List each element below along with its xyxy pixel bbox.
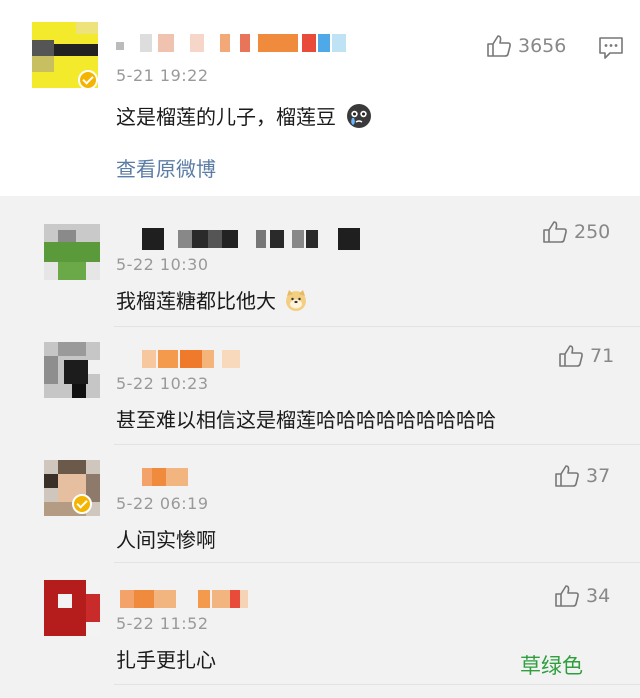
divider	[114, 562, 640, 563]
thumbs-up-icon	[559, 345, 583, 367]
thumbs-up-icon	[555, 585, 579, 607]
like-count: 250	[574, 221, 611, 243]
like-button[interactable]: 37	[554, 464, 610, 488]
reply-timestamp: 5-22 10:23	[116, 374, 209, 393]
crying-face-icon	[346, 103, 372, 134]
comment-text: 这是榴莲的儿子，榴莲豆	[116, 101, 372, 134]
reply-text-content: 我榴莲糖都比他大	[116, 289, 276, 313]
avatar[interactable]	[44, 342, 100, 398]
divider	[114, 444, 640, 445]
divider	[114, 326, 640, 327]
like-button[interactable]: 250	[542, 220, 610, 244]
reply-timestamp: 5-22 11:52	[116, 614, 209, 633]
reply-timestamp: 5-22 06:19	[116, 494, 209, 513]
divider	[114, 684, 640, 685]
avatar[interactable]	[44, 224, 100, 280]
comment-icon[interactable]	[598, 36, 624, 60]
like-button[interactable]: 71	[558, 344, 614, 368]
main-comment-card: 5-21 19:22 这是榴莲的儿子，榴莲豆 查看原微博 3656	[0, 0, 640, 196]
doge-icon	[284, 288, 308, 317]
like-count: 37	[586, 465, 611, 487]
thumbs-up-icon	[543, 221, 567, 243]
like-count: 71	[590, 345, 615, 367]
view-original-post-link[interactable]: 查看原微博	[116, 153, 216, 182]
comment-text-content: 这是榴莲的儿子，榴莲豆	[116, 105, 336, 129]
reply-text: 扎手更扎心	[116, 648, 216, 672]
username-mosaic[interactable]	[142, 228, 362, 250]
like-count: 34	[586, 585, 611, 607]
like-button[interactable]: 3656	[486, 34, 566, 58]
username-mosaic[interactable]	[142, 468, 192, 486]
reply-text: 人间实惨啊	[116, 528, 216, 552]
reply-text: 我榴莲糖都比他大	[116, 285, 308, 317]
username-mosaic[interactable]	[120, 590, 250, 608]
reply-text: 甚至难以相信这是榴莲哈哈哈哈哈哈哈哈哈	[116, 408, 496, 432]
comment-timestamp: 5-21 19:22	[116, 66, 209, 85]
avatar[interactable]	[44, 580, 100, 636]
reply-timestamp: 5-22 10:30	[116, 255, 209, 274]
thumbs-up-icon	[487, 35, 511, 57]
thumbs-up-icon	[555, 465, 579, 487]
username-mosaic[interactable]	[142, 350, 242, 368]
like-button[interactable]: 34	[554, 584, 610, 608]
username-mosaic[interactable]	[116, 34, 346, 52]
verified-badge-icon	[72, 494, 92, 514]
like-count: 3656	[518, 35, 567, 57]
verified-badge-icon	[78, 70, 98, 90]
watermark: 草绿色	[520, 654, 583, 678]
